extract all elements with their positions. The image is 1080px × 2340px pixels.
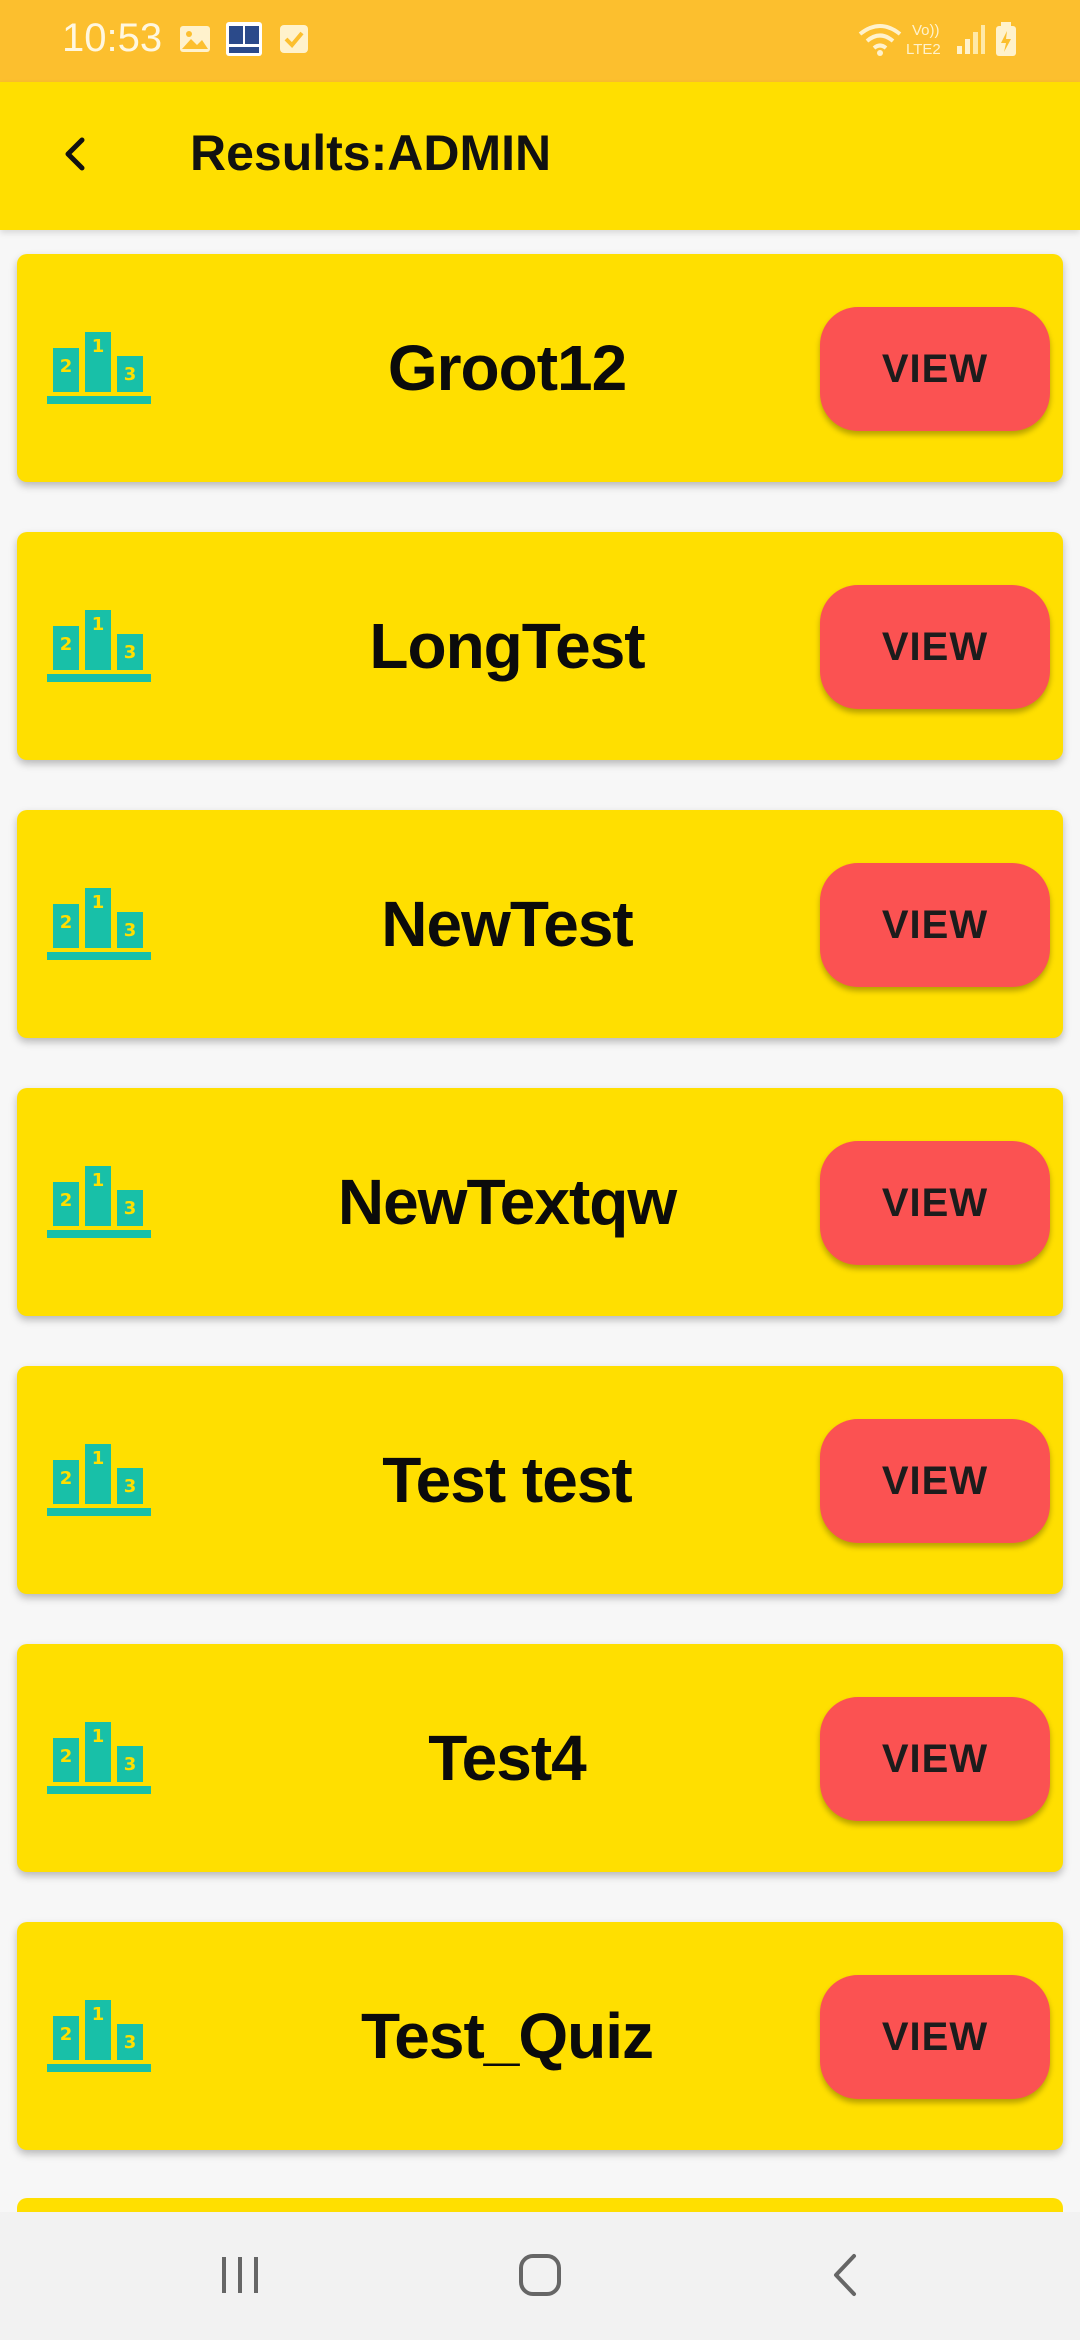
svg-text:3: 3	[124, 920, 137, 941]
podium-icon: 12 3	[47, 608, 151, 688]
view-button[interactable]: VIEW	[820, 585, 1050, 709]
view-button[interactable]: VIEW	[820, 307, 1050, 431]
status-time: 10:53	[62, 16, 163, 60]
svg-text:1: 1	[92, 2004, 105, 2025]
svg-text:2: 2	[60, 1746, 73, 1767]
svg-text:1: 1	[92, 1726, 105, 1747]
quiz-name: Groot12	[387, 332, 627, 404]
svg-text:1: 1	[92, 892, 105, 913]
svg-text:3: 3	[124, 1754, 137, 1775]
wifi-icon	[858, 22, 902, 62]
podium-icon: 12 3	[47, 1442, 151, 1522]
quiz-name: Test4	[428, 1722, 586, 1794]
view-button[interactable]: VIEW	[820, 1419, 1050, 1543]
recent-apps-icon	[218, 2255, 262, 2299]
status-bar: 10:53 Vo)) LTE2	[0, 0, 1080, 82]
svg-text:2: 2	[60, 1190, 73, 1211]
podium-icon: 12 3	[47, 886, 151, 966]
system-back-button[interactable]	[805, 2242, 885, 2312]
svg-text:2: 2	[60, 356, 73, 377]
volte-lte2-icon: Vo)) LTE2	[906, 20, 950, 62]
svg-text:1: 1	[92, 614, 105, 635]
battery-charging-icon	[994, 22, 1018, 62]
quiz-name: Test test	[382, 1444, 632, 1516]
quiz-name: NewTextqw	[337, 1166, 677, 1238]
svg-text:3: 3	[124, 1198, 137, 1219]
result-card: 12 3 NewTest VIEW	[17, 810, 1063, 1038]
book-app-icon	[226, 22, 262, 60]
image-icon	[178, 22, 212, 60]
result-card: 12 3 Groot12 VIEW	[17, 254, 1063, 482]
view-button[interactable]: VIEW	[820, 1141, 1050, 1265]
svg-text:2: 2	[60, 912, 73, 933]
home-button[interactable]	[500, 2242, 580, 2312]
app-bar: Results:ADMIN	[0, 82, 1080, 230]
result-card: 12 3 NewTextqw VIEW	[17, 1088, 1063, 1316]
checkbox-icon	[278, 22, 310, 60]
recent-apps-button[interactable]	[200, 2242, 280, 2312]
quiz-name: NewTest	[381, 888, 633, 960]
svg-text:3: 3	[124, 1476, 137, 1497]
podium-icon: 12 3	[47, 1164, 151, 1244]
svg-text:3: 3	[124, 2032, 137, 2053]
view-button[interactable]: VIEW	[820, 1975, 1050, 2099]
svg-text:1: 1	[92, 1448, 105, 1469]
svg-text:3: 3	[124, 642, 137, 663]
podium-icon: 12 3	[47, 1720, 151, 1800]
result-card: 12 3 Test_Quiz VIEW	[17, 1922, 1063, 2150]
svg-text:LTE2: LTE2	[906, 41, 941, 58]
result-card: 12 3 Test test VIEW	[17, 1366, 1063, 1594]
svg-text:2: 2	[60, 634, 73, 655]
home-icon	[517, 2252, 563, 2302]
svg-text:2: 2	[60, 2024, 73, 2045]
svg-text:3: 3	[124, 364, 137, 385]
podium-icon: 12 3	[47, 1998, 151, 2078]
back-button[interactable]	[40, 118, 110, 194]
result-card: 12 3 Test4 VIEW	[17, 1644, 1063, 1872]
back-icon	[830, 2252, 860, 2302]
quiz-name: Test_Quiz	[360, 2000, 654, 2072]
result-card: 12 3 LongTest VIEW	[17, 532, 1063, 760]
podium-icon: 12 3	[47, 330, 151, 410]
svg-text:1: 1	[92, 1170, 105, 1191]
view-button[interactable]: VIEW	[820, 863, 1050, 987]
back-arrow-icon	[60, 134, 90, 178]
page-title: Results:ADMIN	[190, 125, 552, 181]
signal-icon	[956, 22, 986, 60]
svg-text:2: 2	[60, 1468, 73, 1489]
quiz-name: LongTest	[369, 610, 645, 682]
svg-text:1: 1	[92, 336, 105, 357]
view-button[interactable]: VIEW	[820, 1697, 1050, 1821]
system-nav-bar	[0, 2212, 1080, 2340]
svg-text:Vo)): Vo))	[912, 22, 940, 39]
